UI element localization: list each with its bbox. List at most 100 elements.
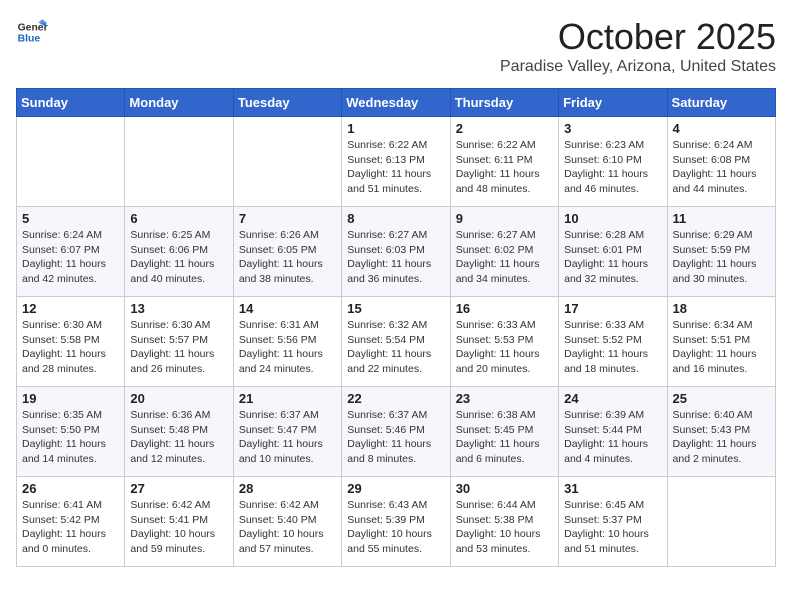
title-section: October 2025 Paradise Valley, Arizona, U… — [500, 16, 776, 76]
day-cell — [17, 117, 125, 207]
day-info: Sunrise: 6:37 AM Sunset: 5:47 PM Dayligh… — [239, 408, 336, 467]
day-info: Sunrise: 6:23 AM Sunset: 6:10 PM Dayligh… — [564, 138, 661, 197]
week-row-4: 19 Sunrise: 6:35 AM Sunset: 5:50 PM Dayli… — [17, 387, 776, 477]
calendar-table: SundayMondayTuesdayWednesdayThursdayFrid… — [16, 88, 776, 567]
day-cell: 2 Sunrise: 6:22 AM Sunset: 6:11 PM Daylig… — [450, 117, 558, 207]
day-number: 27 — [130, 481, 227, 496]
weekday-header-tuesday: Tuesday — [233, 89, 341, 117]
day-number: 25 — [673, 391, 770, 406]
day-cell: 19 Sunrise: 6:35 AM Sunset: 5:50 PM Dayli… — [17, 387, 125, 477]
day-number: 8 — [347, 211, 444, 226]
day-cell: 10 Sunrise: 6:28 AM Sunset: 6:01 PM Dayli… — [559, 207, 667, 297]
day-info: Sunrise: 6:25 AM Sunset: 6:06 PM Dayligh… — [130, 228, 227, 287]
day-cell: 27 Sunrise: 6:42 AM Sunset: 5:41 PM Dayli… — [125, 477, 233, 567]
day-number: 15 — [347, 301, 444, 316]
day-number: 14 — [239, 301, 336, 316]
svg-text:Blue: Blue — [18, 34, 41, 45]
day-cell: 6Sunrise: 6:25 AM Sunset: 6:06 PM Daylig… — [125, 207, 233, 297]
day-cell: 30Sunrise: 6:44 AM Sunset: 5:38 PM Dayli… — [450, 477, 558, 567]
day-info: Sunrise: 6:29 AM Sunset: 5:59 PM Dayligh… — [673, 228, 770, 287]
day-cell: 22 Sunrise: 6:37 AM Sunset: 5:46 PM Dayli… — [342, 387, 450, 477]
day-info: Sunrise: 6:43 AM Sunset: 5:39 PM Dayligh… — [347, 498, 444, 557]
day-cell: 17Sunrise: 6:33 AM Sunset: 5:52 PM Dayli… — [559, 297, 667, 387]
day-number: 5 — [22, 211, 119, 226]
day-info: Sunrise: 6:36 AM Sunset: 5:48 PM Dayligh… — [130, 408, 227, 467]
day-info: Sunrise: 6:24 AM Sunset: 6:07 PM Dayligh… — [22, 228, 119, 287]
day-number: 4 — [673, 121, 770, 136]
day-info: Sunrise: 6:33 AM Sunset: 5:52 PM Dayligh… — [564, 318, 661, 377]
day-info: Sunrise: 6:30 AM Sunset: 5:58 PM Dayligh… — [22, 318, 119, 377]
weekday-header-friday: Friday — [559, 89, 667, 117]
location-title: Paradise Valley, Arizona, United States — [500, 58, 776, 76]
day-number: 26 — [22, 481, 119, 496]
day-cell: 16 Sunrise: 6:33 AM Sunset: 5:53 PM Dayli… — [450, 297, 558, 387]
week-row-1: 1Sunrise: 6:22 AM Sunset: 6:13 PM Daylig… — [17, 117, 776, 207]
day-number: 10 — [564, 211, 661, 226]
day-number: 23 — [456, 391, 553, 406]
day-cell — [233, 117, 341, 207]
weekday-header-monday: Monday — [125, 89, 233, 117]
week-row-3: 12Sunrise: 6:30 AM Sunset: 5:58 PM Dayli… — [17, 297, 776, 387]
logo: General Blue — [16, 16, 48, 48]
week-row-5: 26 Sunrise: 6:41 AM Sunset: 5:42 PM Dayli… — [17, 477, 776, 567]
week-row-2: 5 Sunrise: 6:24 AM Sunset: 6:07 PM Daylig… — [17, 207, 776, 297]
day-cell — [125, 117, 233, 207]
day-number: 29 — [347, 481, 444, 496]
day-cell: 7 Sunrise: 6:26 AM Sunset: 6:05 PM Daylig… — [233, 207, 341, 297]
weekday-header-saturday: Saturday — [667, 89, 775, 117]
day-number: 13 — [130, 301, 227, 316]
day-cell: 9Sunrise: 6:27 AM Sunset: 6:02 PM Daylig… — [450, 207, 558, 297]
day-cell: 20Sunrise: 6:36 AM Sunset: 5:48 PM Dayli… — [125, 387, 233, 477]
day-number: 19 — [22, 391, 119, 406]
day-info: Sunrise: 6:42 AM Sunset: 5:41 PM Dayligh… — [130, 498, 227, 557]
weekday-header-thursday: Thursday — [450, 89, 558, 117]
day-info: Sunrise: 6:41 AM Sunset: 5:42 PM Dayligh… — [22, 498, 119, 557]
day-info: Sunrise: 6:39 AM Sunset: 5:44 PM Dayligh… — [564, 408, 661, 467]
weekday-header-sunday: Sunday — [17, 89, 125, 117]
weekday-header-row: SundayMondayTuesdayWednesdayThursdayFrid… — [17, 89, 776, 117]
day-cell: 25 Sunrise: 6:40 AM Sunset: 5:43 PM Dayli… — [667, 387, 775, 477]
weekday-header-wednesday: Wednesday — [342, 89, 450, 117]
day-number: 21 — [239, 391, 336, 406]
day-cell: 3 Sunrise: 6:23 AM Sunset: 6:10 PM Daylig… — [559, 117, 667, 207]
day-info: Sunrise: 6:33 AM Sunset: 5:53 PM Dayligh… — [456, 318, 553, 377]
day-cell: 8 Sunrise: 6:27 AM Sunset: 6:03 PM Daylig… — [342, 207, 450, 297]
day-cell: 18 Sunrise: 6:34 AM Sunset: 5:51 PM Dayli… — [667, 297, 775, 387]
day-info: Sunrise: 6:22 AM Sunset: 6:13 PM Dayligh… — [347, 138, 444, 197]
day-info: Sunrise: 6:40 AM Sunset: 5:43 PM Dayligh… — [673, 408, 770, 467]
day-number: 18 — [673, 301, 770, 316]
day-info: Sunrise: 6:27 AM Sunset: 6:02 PM Dayligh… — [456, 228, 553, 287]
day-info: Sunrise: 6:42 AM Sunset: 5:40 PM Dayligh… — [239, 498, 336, 557]
day-number: 24 — [564, 391, 661, 406]
day-info: Sunrise: 6:44 AM Sunset: 5:38 PM Dayligh… — [456, 498, 553, 557]
day-number: 11 — [673, 211, 770, 226]
day-cell: 11 Sunrise: 6:29 AM Sunset: 5:59 PM Dayli… — [667, 207, 775, 297]
day-info: Sunrise: 6:35 AM Sunset: 5:50 PM Dayligh… — [22, 408, 119, 467]
day-cell — [667, 477, 775, 567]
day-cell: 26 Sunrise: 6:41 AM Sunset: 5:42 PM Dayli… — [17, 477, 125, 567]
month-title: October 2025 — [500, 16, 776, 58]
day-number: 22 — [347, 391, 444, 406]
day-info: Sunrise: 6:27 AM Sunset: 6:03 PM Dayligh… — [347, 228, 444, 287]
day-number: 3 — [564, 121, 661, 136]
day-info: Sunrise: 6:34 AM Sunset: 5:51 PM Dayligh… — [673, 318, 770, 377]
day-cell: 14Sunrise: 6:31 AM Sunset: 5:56 PM Dayli… — [233, 297, 341, 387]
day-cell: 13 Sunrise: 6:30 AM Sunset: 5:57 PM Dayli… — [125, 297, 233, 387]
day-info: Sunrise: 6:45 AM Sunset: 5:37 PM Dayligh… — [564, 498, 661, 557]
day-number: 28 — [239, 481, 336, 496]
day-cell: 28 Sunrise: 6:42 AM Sunset: 5:40 PM Dayli… — [233, 477, 341, 567]
page-header: General Blue October 2025 Paradise Valle… — [16, 16, 776, 76]
day-number: 16 — [456, 301, 553, 316]
day-info: Sunrise: 6:37 AM Sunset: 5:46 PM Dayligh… — [347, 408, 444, 467]
day-info: Sunrise: 6:28 AM Sunset: 6:01 PM Dayligh… — [564, 228, 661, 287]
day-info: Sunrise: 6:22 AM Sunset: 6:11 PM Dayligh… — [456, 138, 553, 197]
day-info: Sunrise: 6:38 AM Sunset: 5:45 PM Dayligh… — [456, 408, 553, 467]
day-number: 2 — [456, 121, 553, 136]
day-info: Sunrise: 6:30 AM Sunset: 5:57 PM Dayligh… — [130, 318, 227, 377]
day-cell: 1Sunrise: 6:22 AM Sunset: 6:13 PM Daylig… — [342, 117, 450, 207]
day-info: Sunrise: 6:26 AM Sunset: 6:05 PM Dayligh… — [239, 228, 336, 287]
day-cell: 29 Sunrise: 6:43 AM Sunset: 5:39 PM Dayli… — [342, 477, 450, 567]
day-number: 7 — [239, 211, 336, 226]
day-cell: 4Sunrise: 6:24 AM Sunset: 6:08 PM Daylig… — [667, 117, 775, 207]
day-cell: 31Sunrise: 6:45 AM Sunset: 5:37 PM Dayli… — [559, 477, 667, 567]
